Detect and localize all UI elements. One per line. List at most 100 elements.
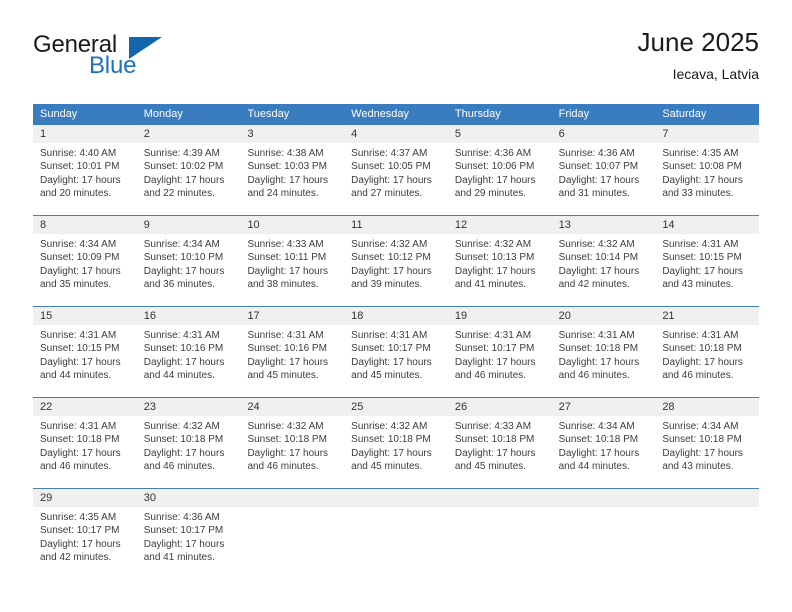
day-details: Sunrise: 4:33 AM Sunset: 10:11 PM Daylig…: [240, 234, 344, 292]
day-cell[interactable]: 17 Sunrise: 4:31 AM Sunset: 10:16 PM Day…: [240, 307, 345, 391]
sunrise-text: Sunrise: 4:31 AM: [247, 330, 324, 341]
day-details: Sunrise: 4:32 AM Sunset: 10:18 PM Daylig…: [240, 416, 344, 474]
daylight-text-line2: and 31 minutes.: [558, 188, 630, 200]
daylight-text-line2: and 46 minutes.: [662, 370, 734, 382]
sunrise-text: Sunrise: 4:37 AM: [351, 148, 428, 159]
day-details: Sunrise: 4:31 AM Sunset: 10:16 PM Daylig…: [240, 325, 344, 383]
day-cell[interactable]: 18 Sunrise: 4:31 AM Sunset: 10:17 PM Day…: [344, 307, 448, 391]
sunrise-text: Sunrise: 4:34 AM: [558, 421, 635, 432]
day-cell-empty: [655, 489, 760, 573]
day-cell[interactable]: 2 Sunrise: 4:39 AM Sunset: 10:02 PM Dayl…: [136, 125, 241, 209]
day-details: Sunrise: 4:32 AM Sunset: 10:18 PM Daylig…: [137, 416, 241, 474]
day-number: 8: [40, 219, 47, 231]
day-number-band: 3: [240, 125, 345, 143]
day-details: Sunrise: 4:32 AM Sunset: 10:14 PM Daylig…: [552, 234, 656, 292]
sunset-text: Sunset: 10:03 PM: [247, 161, 327, 173]
day-number: 13: [558, 219, 571, 231]
day-cell[interactable]: 15 Sunrise: 4:31 AM Sunset: 10:15 PM Day…: [33, 307, 137, 391]
daylight-text-line2: and 43 minutes.: [662, 461, 734, 473]
day-number: 28: [662, 401, 675, 413]
day-number-band: 24: [240, 398, 345, 416]
day-cell[interactable]: 10 Sunrise: 4:33 AM Sunset: 10:11 PM Day…: [240, 216, 345, 300]
day-cell-empty: [551, 489, 656, 573]
day-number-band: [447, 489, 552, 507]
day-number-band: [240, 489, 345, 507]
day-number: 25: [351, 401, 364, 413]
day-cell[interactable]: 21 Sunrise: 4:31 AM Sunset: 10:18 PM Day…: [655, 307, 760, 391]
daylight-text-line2: and 43 minutes.: [662, 279, 734, 291]
day-number: 3: [247, 128, 254, 140]
sunrise-text: Sunrise: 4:31 AM: [558, 330, 635, 341]
day-number: 1: [40, 128, 47, 140]
day-cell[interactable]: 20 Sunrise: 4:31 AM Sunset: 10:18 PM Day…: [551, 307, 656, 391]
sunset-text: Sunset: 10:18 PM: [454, 434, 535, 446]
daylight-text-line2: and 46 minutes.: [558, 370, 630, 382]
day-details: Sunrise: 4:40 AM Sunset: 10:01 PM Daylig…: [33, 143, 137, 201]
day-cell[interactable]: 11 Sunrise: 4:32 AM Sunset: 10:12 PM Day…: [344, 216, 448, 300]
daylight-text-line1: Daylight: 17 hours: [662, 174, 743, 186]
day-cell[interactable]: 3 Sunrise: 4:38 AM Sunset: 10:03 PM Dayl…: [240, 125, 345, 209]
day-cell[interactable]: 28 Sunrise: 4:34 AM Sunset: 10:18 PM Day…: [655, 398, 760, 482]
day-cell[interactable]: 9 Sunrise: 4:34 AM Sunset: 10:10 PM Dayl…: [136, 216, 241, 300]
day-cell[interactable]: 19 Sunrise: 4:31 AM Sunset: 10:17 PM Day…: [447, 307, 552, 391]
day-cell[interactable]: 29 Sunrise: 4:35 AM Sunset: 10:17 PM Day…: [33, 489, 137, 573]
day-cell[interactable]: 8 Sunrise: 4:34 AM Sunset: 10:09 PM Dayl…: [33, 216, 137, 300]
day-cell[interactable]: 12 Sunrise: 4:32 AM Sunset: 10:13 PM Day…: [447, 216, 552, 300]
daylight-text-line2: and 42 minutes.: [558, 279, 630, 291]
day-details: Sunrise: 4:35 AM Sunset: 10:17 PM Daylig…: [33, 507, 137, 565]
day-number: 4: [351, 128, 358, 140]
day-number: 27: [558, 401, 571, 413]
day-number-band: 26: [447, 398, 552, 416]
sunrise-text: Sunrise: 4:40 AM: [40, 148, 117, 159]
day-number-band: 19: [447, 307, 552, 325]
daylight-text-line1: Daylight: 17 hours: [40, 447, 121, 459]
day-details: Sunrise: 4:31 AM Sunset: 10:18 PM Daylig…: [552, 325, 656, 383]
day-number-band: 20: [551, 307, 656, 325]
sunset-text: Sunset: 10:12 PM: [351, 252, 431, 264]
day-number: 30: [143, 492, 156, 504]
calendar-grid: Sunday Monday Tuesday Wednesday Thursday…: [33, 104, 760, 573]
day-cell[interactable]: 5 Sunrise: 4:36 AM Sunset: 10:06 PM Dayl…: [447, 125, 552, 209]
day-cell[interactable]: 24 Sunrise: 4:32 AM Sunset: 10:18 PM Day…: [240, 398, 345, 482]
sunset-text: Sunset: 10:10 PM: [143, 252, 224, 264]
day-cell[interactable]: 30 Sunrise: 4:36 AM Sunset: 10:17 PM Day…: [136, 489, 241, 573]
day-details: Sunrise: 4:39 AM Sunset: 10:02 PM Daylig…: [137, 143, 241, 201]
day-cell[interactable]: 27 Sunrise: 4:34 AM Sunset: 10:18 PM Day…: [551, 398, 656, 482]
day-details: Sunrise: 4:32 AM Sunset: 10:13 PM Daylig…: [448, 234, 552, 292]
daylight-text-line1: Daylight: 17 hours: [351, 265, 432, 277]
day-number: 2: [143, 128, 150, 140]
day-cell[interactable]: 25 Sunrise: 4:32 AM Sunset: 10:18 PM Day…: [344, 398, 448, 482]
sunset-text: Sunset: 10:17 PM: [40, 525, 120, 537]
day-details: Sunrise: 4:32 AM Sunset: 10:12 PM Daylig…: [344, 234, 448, 292]
sunrise-text: Sunrise: 4:35 AM: [40, 512, 117, 523]
day-number-band: 27: [551, 398, 656, 416]
day-cell[interactable]: 22 Sunrise: 4:31 AM Sunset: 10:18 PM Day…: [33, 398, 137, 482]
day-cell[interactable]: 1 Sunrise: 4:40 AM Sunset: 10:01 PM Dayl…: [33, 125, 137, 209]
sunrise-text: Sunrise: 4:38 AM: [247, 148, 324, 159]
day-details: Sunrise: 4:34 AM Sunset: 10:18 PM Daylig…: [655, 416, 759, 474]
day-number-band: 11: [344, 216, 448, 234]
weekday-header-friday: Friday: [558, 108, 590, 120]
day-cell[interactable]: 23 Sunrise: 4:32 AM Sunset: 10:18 PM Day…: [136, 398, 241, 482]
daylight-text-line1: Daylight: 17 hours: [454, 447, 536, 459]
day-cell[interactable]: 7 Sunrise: 4:35 AM Sunset: 10:08 PM Dayl…: [655, 125, 760, 209]
daylight-text-line2: and 36 minutes.: [143, 279, 215, 291]
sunrise-text: Sunrise: 4:31 AM: [454, 330, 532, 341]
day-number-band: 30: [136, 489, 241, 507]
day-details: Sunrise: 4:31 AM Sunset: 10:15 PM Daylig…: [655, 234, 759, 292]
day-cell[interactable]: 14 Sunrise: 4:31 AM Sunset: 10:15 PM Day…: [655, 216, 760, 300]
day-cell[interactable]: 26 Sunrise: 4:33 AM Sunset: 10:18 PM Day…: [447, 398, 552, 482]
page-header: General Blue June 2025 Iecava, Latvia: [33, 26, 759, 92]
day-number: 17: [247, 310, 260, 322]
day-number-band: 8: [33, 216, 137, 234]
day-cell[interactable]: 6 Sunrise: 4:36 AM Sunset: 10:07 PM Dayl…: [551, 125, 656, 209]
day-cell[interactable]: 4 Sunrise: 4:37 AM Sunset: 10:05 PM Dayl…: [344, 125, 448, 209]
day-number-band: 18: [344, 307, 448, 325]
day-cell[interactable]: 13 Sunrise: 4:32 AM Sunset: 10:14 PM Day…: [551, 216, 656, 300]
day-number-band: 25: [344, 398, 448, 416]
day-cell[interactable]: 16 Sunrise: 4:31 AM Sunset: 10:16 PM Day…: [136, 307, 241, 391]
general-blue-logo[interactable]: General Blue: [33, 32, 263, 88]
sunrise-text: Sunrise: 4:32 AM: [454, 239, 532, 250]
sunrise-text: Sunrise: 4:31 AM: [351, 330, 428, 341]
day-number-band: 14: [655, 216, 760, 234]
